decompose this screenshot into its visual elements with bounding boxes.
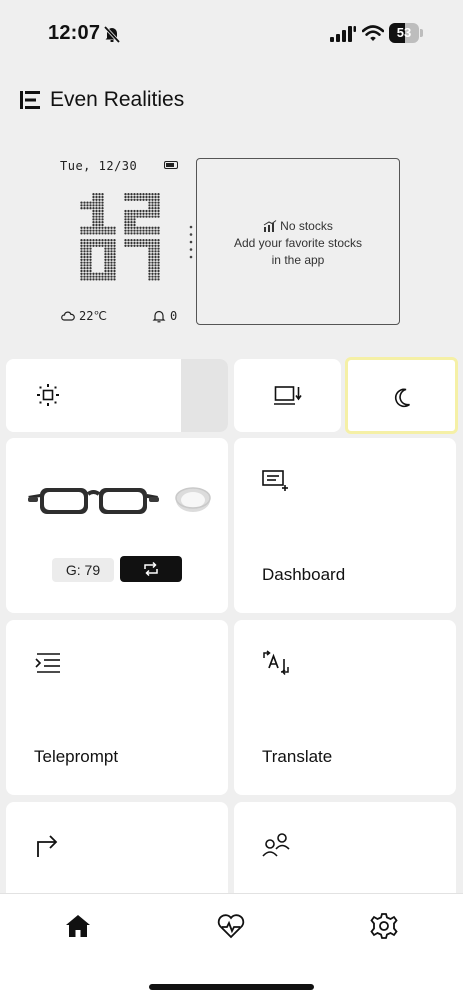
people-card[interactable] [234, 802, 456, 902]
status-time: 12:07 [48, 22, 101, 44]
brand-header: Even Realities [20, 86, 184, 114]
sync-icon [144, 561, 158, 577]
dashboard-label: Dashboard [262, 565, 346, 584]
cellular-signal-icon [330, 26, 356, 42]
display-clock: 12 07 [80, 193, 160, 281]
silent-mode-button[interactable] [345, 357, 458, 434]
drag-handle-icon[interactable] [189, 225, 193, 259]
brightness-level-fill [6, 359, 181, 432]
even-realities-logo-icon [20, 91, 40, 109]
moon-icon [394, 388, 410, 408]
display-temperature: 22℃ [79, 309, 107, 323]
display-weather: 22℃ [61, 309, 107, 323]
sync-button[interactable] [120, 556, 182, 582]
display-clock-minute: 07 [80, 193, 82, 194]
people-icon [262, 833, 290, 857]
weather-cloud-icon [61, 311, 75, 321]
gear-icon [370, 913, 398, 939]
status-bar: 12:07 53 [0, 0, 463, 60]
home-icon [66, 915, 90, 937]
battery-icon: 53 [389, 23, 423, 43]
display-notification-count: 0 [170, 309, 178, 323]
display-switch-icon [274, 386, 302, 405]
home-indicator [149, 984, 314, 990]
teleprompt-card[interactable]: Teleprompt [6, 620, 228, 795]
translate-card[interactable]: Translate [234, 620, 456, 795]
bell-slash-icon [103, 25, 121, 44]
stocks-title-text: No stocks [280, 219, 333, 233]
brand-name: Even Realities [50, 88, 185, 111]
glasses-battery-label: G: 79 [52, 558, 114, 582]
dashboard-icon [262, 470, 288, 491]
display-clock-hour: 12 [80, 193, 82, 194]
wifi-icon [362, 25, 384, 41]
bottom-tab-bar [0, 893, 463, 999]
navigation-arrow-icon [37, 835, 58, 857]
battery-percent: 53 [396, 25, 412, 40]
stocks-title: No stocks [197, 219, 399, 233]
health-heart-icon [217, 914, 245, 939]
translate-label: Translate [262, 747, 333, 766]
brightness-track [181, 359, 228, 432]
brightness-slider[interactable] [6, 359, 228, 432]
teleprompt-label: Teleprompt [34, 747, 119, 766]
stocks-hint-line1: Add your favorite stocks [233, 236, 363, 250]
display-date: Tue, 12/30 [60, 159, 138, 173]
display-switch-button[interactable] [234, 359, 341, 432]
smart-glasses-image [28, 488, 159, 514]
navigation-card[interactable] [6, 802, 228, 902]
teleprompt-icon [35, 653, 60, 673]
sun-icon [37, 384, 59, 406]
device-card[interactable]: G: 79 [6, 438, 228, 613]
stocks-hint-line2: in the app [271, 253, 325, 267]
tab-settings[interactable] [369, 912, 399, 940]
translate-icon [263, 650, 289, 675]
tab-health[interactable] [216, 912, 246, 940]
dashboard-card[interactable]: Dashboard [234, 438, 456, 613]
notification-bell-icon [152, 310, 166, 323]
smart-ring-image [175, 487, 211, 512]
stocks-widget[interactable]: No stocks Add your favorite stocks in th… [196, 158, 400, 325]
tab-home[interactable] [63, 912, 93, 940]
display-battery-icon [164, 161, 178, 169]
stock-chart-icon [263, 220, 277, 232]
display-clock-digits [80, 193, 160, 281]
display-notifications: 0 [152, 309, 177, 323]
glasses-display-preview[interactable]: Tue, 12/30 12 07 22℃ 0 No stocks Add you… [56, 155, 401, 327]
